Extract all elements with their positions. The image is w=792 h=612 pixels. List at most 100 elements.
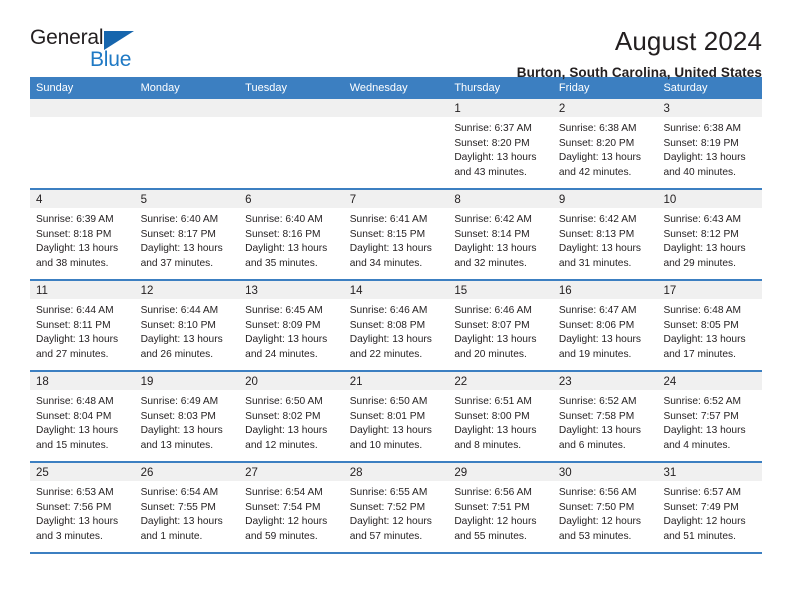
calendar-day-cell[interactable]: 15 Sunrise: 6:46 AM Sunset: 8:07 PM Dayligh…: [448, 281, 553, 370]
calendar-day-cell[interactable]: 27 Sunrise: 6:54 AM Sunset: 7:54 PM Dayligh…: [239, 463, 344, 552]
daylight-text-line2: and 3 minutes.: [36, 530, 103, 542]
daylight-text-line2: and 10 minutes.: [349, 439, 423, 451]
day-number-band: 4: [30, 190, 135, 208]
day-number: 26: [140, 467, 154, 479]
daylight-text-line1: Daylight: 13 hours: [245, 334, 328, 346]
day-number-band: 16: [552, 281, 658, 299]
calendar-day-cell[interactable]: 25 Sunrise: 6:53 AM Sunset: 7:56 PM Dayligh…: [30, 463, 135, 552]
daylight-text-line2: and 34 minutes.: [349, 257, 423, 269]
calendar-day-cell[interactable]: 17 Sunrise: 6:48 AM Sunset: 8:05 PM Dayligh…: [657, 281, 763, 370]
day-number: 11: [36, 285, 48, 297]
calendar-day-cell[interactable]: 23 Sunrise: 6:52 AM Sunset: 7:58 PM Dayligh…: [552, 372, 658, 461]
calendar-day-cell[interactable]: 26 Sunrise: 6:54 AM Sunset: 7:55 PM Dayligh…: [134, 463, 240, 552]
day-number-band: 6: [239, 190, 344, 208]
day-number-band: [30, 99, 135, 117]
day-number-band: 9: [552, 190, 658, 208]
calendar-day-cell[interactable]: 11 Sunrise: 6:44 AM Sunset: 8:11 PM Dayligh…: [30, 281, 135, 370]
calendar-day-cell[interactable]: 6 Sunrise: 6:40 AM Sunset: 8:16 PM Daylight…: [239, 190, 344, 279]
calendar-day-cell[interactable]: 30 Sunrise: 6:56 AM Sunset: 7:50 PM Dayligh…: [552, 463, 658, 552]
calendar-day-cell[interactable]: 1 Sunrise: 6:37 AM Sunset: 8:20 PM Daylight…: [448, 99, 553, 188]
day-number: 29: [454, 467, 468, 479]
sunrise-text: Sunrise: 6:39 AM: [36, 214, 114, 225]
day-number-band: 24: [657, 372, 763, 390]
day-number-band: 21: [343, 372, 449, 390]
sunrise-text: Sunrise: 6:46 AM: [349, 305, 428, 316]
day-number: 7: [349, 194, 357, 206]
calendar-day-cell[interactable]: 31 Sunrise: 6:57 AM Sunset: 7:49 PM Dayligh…: [657, 463, 763, 552]
calendar-day-cell[interactable]: 24 Sunrise: 6:52 AM Sunset: 7:57 PM Dayligh…: [657, 372, 763, 461]
calendar-day-cell[interactable]: 13 Sunrise: 6:45 AM Sunset: 8:09 PM Dayligh…: [239, 281, 344, 370]
daylight-text-line2: and 51 minutes.: [663, 530, 736, 542]
day-detail: Sunrise: 6:38 AM Sunset: 8:20 PM Daylight:…: [553, 117, 658, 180]
sunrise-text: Sunrise: 6:46 AM: [454, 305, 532, 316]
calendar-day-cell[interactable]: 16 Sunrise: 6:47 AM Sunset: 8:06 PM Dayligh…: [552, 281, 658, 370]
day-number: 22: [454, 376, 468, 388]
day-detail: Sunrise: 6:54 AM Sunset: 7:54 PM Daylight:…: [239, 481, 344, 544]
daylight-text-line1: Daylight: 13 hours: [663, 243, 746, 255]
weekday-header-sunday: Sunday: [36, 82, 74, 94]
day-number-band: 23: [552, 372, 658, 390]
calendar-day-cell-empty: [134, 99, 240, 188]
sunset-text: Sunset: 8:16 PM: [245, 228, 321, 240]
daylight-text-line2: and 38 minutes.: [36, 257, 109, 269]
daylight-text-line1: Daylight: 13 hours: [140, 425, 223, 437]
sunset-text: Sunset: 7:52 PM: [349, 501, 426, 513]
sunset-text: Sunset: 8:10 PM: [140, 319, 216, 331]
calendar-weeks: 1 Sunrise: 6:37 AM Sunset: 8:20 PM Daylight…: [30, 99, 763, 554]
calendar-day-cell[interactable]: 18 Sunrise: 6:48 AM Sunset: 8:04 PM Dayligh…: [30, 372, 135, 461]
day-number-band: 19: [134, 372, 240, 390]
sunrise-text: Sunrise: 6:56 AM: [558, 487, 637, 498]
daylight-text-line2: and 22 minutes.: [349, 348, 423, 360]
calendar-day-cell[interactable]: 14 Sunrise: 6:46 AM Sunset: 8:08 PM Dayligh…: [343, 281, 449, 370]
day-number-band: [239, 99, 344, 117]
calendar-week-row: 4 Sunrise: 6:39 AM Sunset: 8:18 PM Daylight…: [30, 190, 763, 281]
calendar-day-cell[interactable]: 28 Sunrise: 6:55 AM Sunset: 7:52 PM Dayligh…: [343, 463, 449, 552]
calendar-day-cell[interactable]: 12 Sunrise: 6:44 AM Sunset: 8:10 PM Dayligh…: [134, 281, 240, 370]
day-detail: Sunrise: 6:52 AM Sunset: 7:58 PM Daylight:…: [553, 390, 658, 453]
sunset-text: Sunset: 8:07 PM: [454, 319, 530, 331]
general-blue-logo[interactable]: General Blue: [30, 26, 150, 76]
day-detail: Sunrise: 6:48 AM Sunset: 8:04 PM Daylight:…: [30, 390, 135, 453]
calendar-day-cell[interactable]: 29 Sunrise: 6:56 AM Sunset: 7:51 PM Dayligh…: [448, 463, 553, 552]
sunset-text: Sunset: 7:58 PM: [558, 410, 635, 422]
sunrise-text: Sunrise: 6:56 AM: [454, 487, 532, 498]
day-number-band: 2: [552, 99, 658, 117]
calendar-day-cell[interactable]: 22 Sunrise: 6:51 AM Sunset: 8:00 PM Dayligh…: [448, 372, 553, 461]
calendar-day-cell[interactable]: 19 Sunrise: 6:49 AM Sunset: 8:03 PM Dayligh…: [134, 372, 240, 461]
weekday-header-row: Sunday Monday Tuesday Wednesday Thursday…: [30, 77, 762, 99]
daylight-text-line2: and 24 minutes.: [245, 348, 318, 360]
day-detail: Sunrise: 6:40 AM Sunset: 8:16 PM Daylight:…: [239, 208, 344, 271]
day-number: 19: [140, 376, 154, 388]
sunset-text: Sunset: 8:18 PM: [36, 228, 112, 240]
day-number-band: 30: [552, 463, 658, 481]
sunset-text: Sunset: 8:00 PM: [454, 410, 530, 422]
calendar-day-cell[interactable]: 10 Sunrise: 6:43 AM Sunset: 8:12 PM Dayligh…: [657, 190, 763, 279]
daylight-text-line1: Daylight: 13 hours: [454, 152, 537, 164]
sunrise-text: Sunrise: 6:43 AM: [663, 214, 742, 225]
calendar-day-cell[interactable]: 4 Sunrise: 6:39 AM Sunset: 8:18 PM Daylight…: [30, 190, 135, 279]
calendar-day-cell[interactable]: 20 Sunrise: 6:50 AM Sunset: 8:02 PM Dayligh…: [239, 372, 344, 461]
day-number: 21: [349, 376, 363, 388]
sunrise-text: Sunrise: 6:38 AM: [558, 123, 637, 134]
daylight-text-line2: and 26 minutes.: [140, 348, 214, 360]
day-number: 6: [245, 194, 252, 206]
day-number: 14: [349, 285, 363, 297]
calendar-day-cell[interactable]: 2 Sunrise: 6:38 AM Sunset: 8:20 PM Daylight…: [552, 99, 658, 188]
daylight-text-line1: Daylight: 13 hours: [454, 425, 537, 437]
calendar-day-cell[interactable]: 9 Sunrise: 6:42 AM Sunset: 8:13 PM Daylight…: [552, 190, 658, 279]
day-number-band: 12: [134, 281, 240, 299]
day-number-band: 13: [239, 281, 344, 299]
sunset-text: Sunset: 7:54 PM: [245, 501, 321, 513]
calendar-day-cell[interactable]: 3 Sunrise: 6:38 AM Sunset: 8:19 PM Daylight…: [657, 99, 763, 188]
day-number-band: 31: [657, 463, 763, 481]
day-number: 15: [454, 285, 468, 297]
sunset-text: Sunset: 8:03 PM: [140, 410, 216, 422]
sunrise-text: Sunrise: 6:54 AM: [140, 487, 219, 498]
calendar-day-cell[interactable]: 7 Sunrise: 6:41 AM Sunset: 8:15 PM Daylight…: [343, 190, 449, 279]
calendar-day-cell[interactable]: 8 Sunrise: 6:42 AM Sunset: 8:14 PM Daylight…: [448, 190, 553, 279]
calendar-day-cell[interactable]: 21 Sunrise: 6:50 AM Sunset: 8:01 PM Dayligh…: [343, 372, 449, 461]
sunrise-text: Sunrise: 6:52 AM: [663, 396, 742, 407]
sunrise-text: Sunrise: 6:38 AM: [663, 123, 742, 134]
page-title: August 2024: [614, 26, 762, 56]
calendar-day-cell[interactable]: 5 Sunrise: 6:40 AM Sunset: 8:17 PM Daylight…: [134, 190, 240, 279]
